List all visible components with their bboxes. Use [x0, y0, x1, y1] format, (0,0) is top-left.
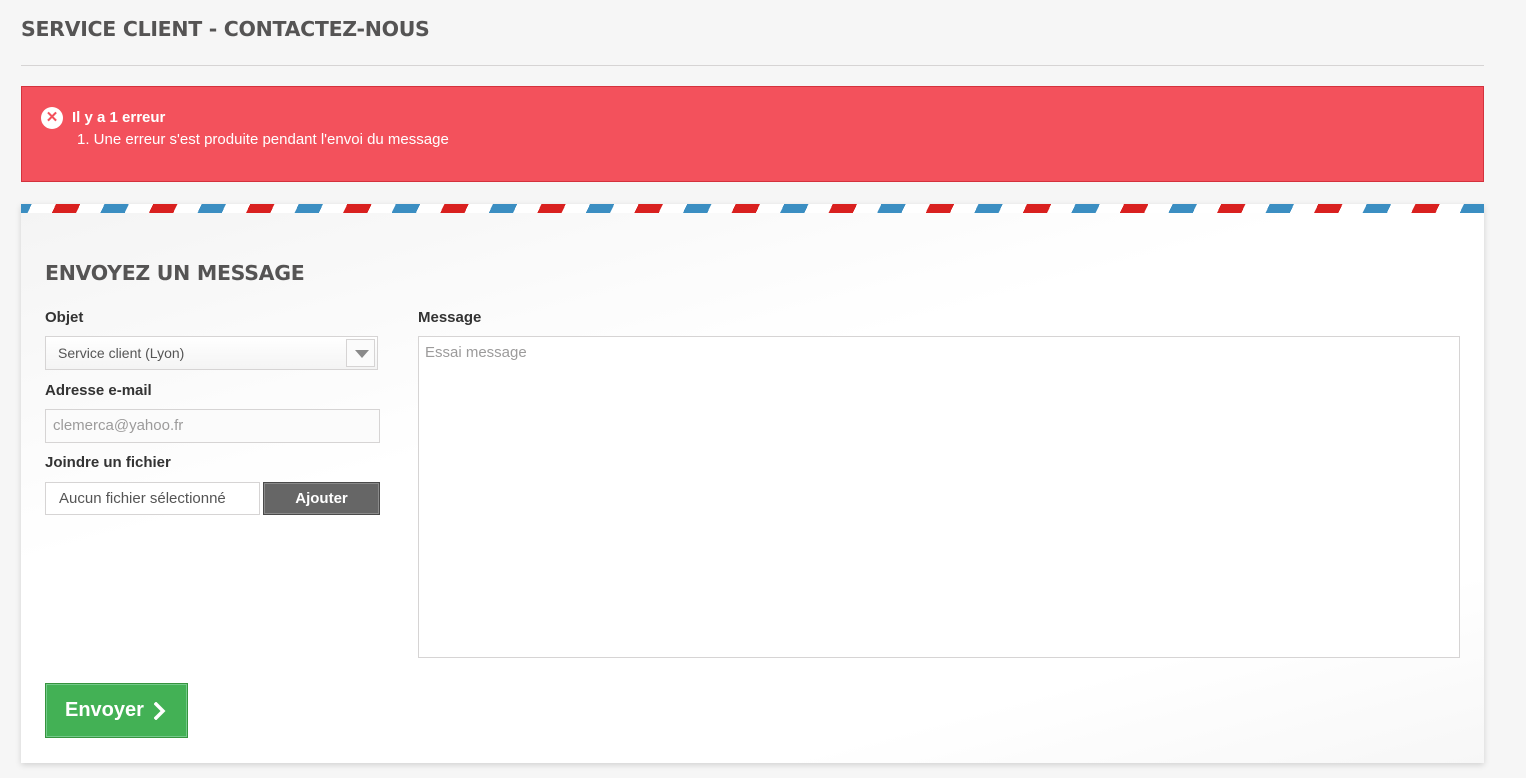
send-button-label: Envoyer [65, 699, 144, 721]
message-label: Message [418, 309, 482, 326]
subject-selected-value: Service client (Lyon) [58, 345, 185, 361]
attachment-label: Joindre un fichier [45, 454, 171, 471]
form-title: ENVOYEZ UN MESSAGE [45, 261, 305, 285]
subject-label: Objet [45, 309, 84, 326]
send-button[interactable]: Envoyer [45, 683, 188, 738]
error-list: 1. Une erreur s'est produite pendant l'e… [77, 131, 449, 148]
chevron-right-icon [153, 701, 166, 720]
message-textarea[interactable]: Essai message [418, 336, 1460, 658]
subject-select[interactable]: Service client (Lyon) [45, 336, 378, 370]
add-file-button[interactable]: Ajouter [263, 482, 380, 515]
error-alert: ✕ Il y a 1 erreur 1. Une erreur s'est pr… [21, 86, 1484, 182]
email-label: Adresse e-mail [45, 382, 152, 399]
error-item: 1. Une erreur s'est produite pendant l'e… [77, 131, 449, 148]
attachment-filename[interactable]: Aucun fichier sélectionné [45, 482, 260, 515]
contact-form-card: ENVOYEZ UN MESSAGE Objet Service client … [21, 204, 1484, 763]
chevron-down-icon[interactable] [346, 339, 375, 367]
heading-divider [21, 65, 1484, 66]
page-title: SERVICE CLIENT - CONTACTEZ-NOUS [21, 17, 430, 41]
alert-title: Il y a 1 erreur [72, 109, 166, 126]
airmail-stripe [21, 204, 1484, 213]
email-field[interactable]: clemerca@yahoo.fr [45, 409, 380, 443]
error-circle-icon: ✕ [41, 107, 63, 129]
